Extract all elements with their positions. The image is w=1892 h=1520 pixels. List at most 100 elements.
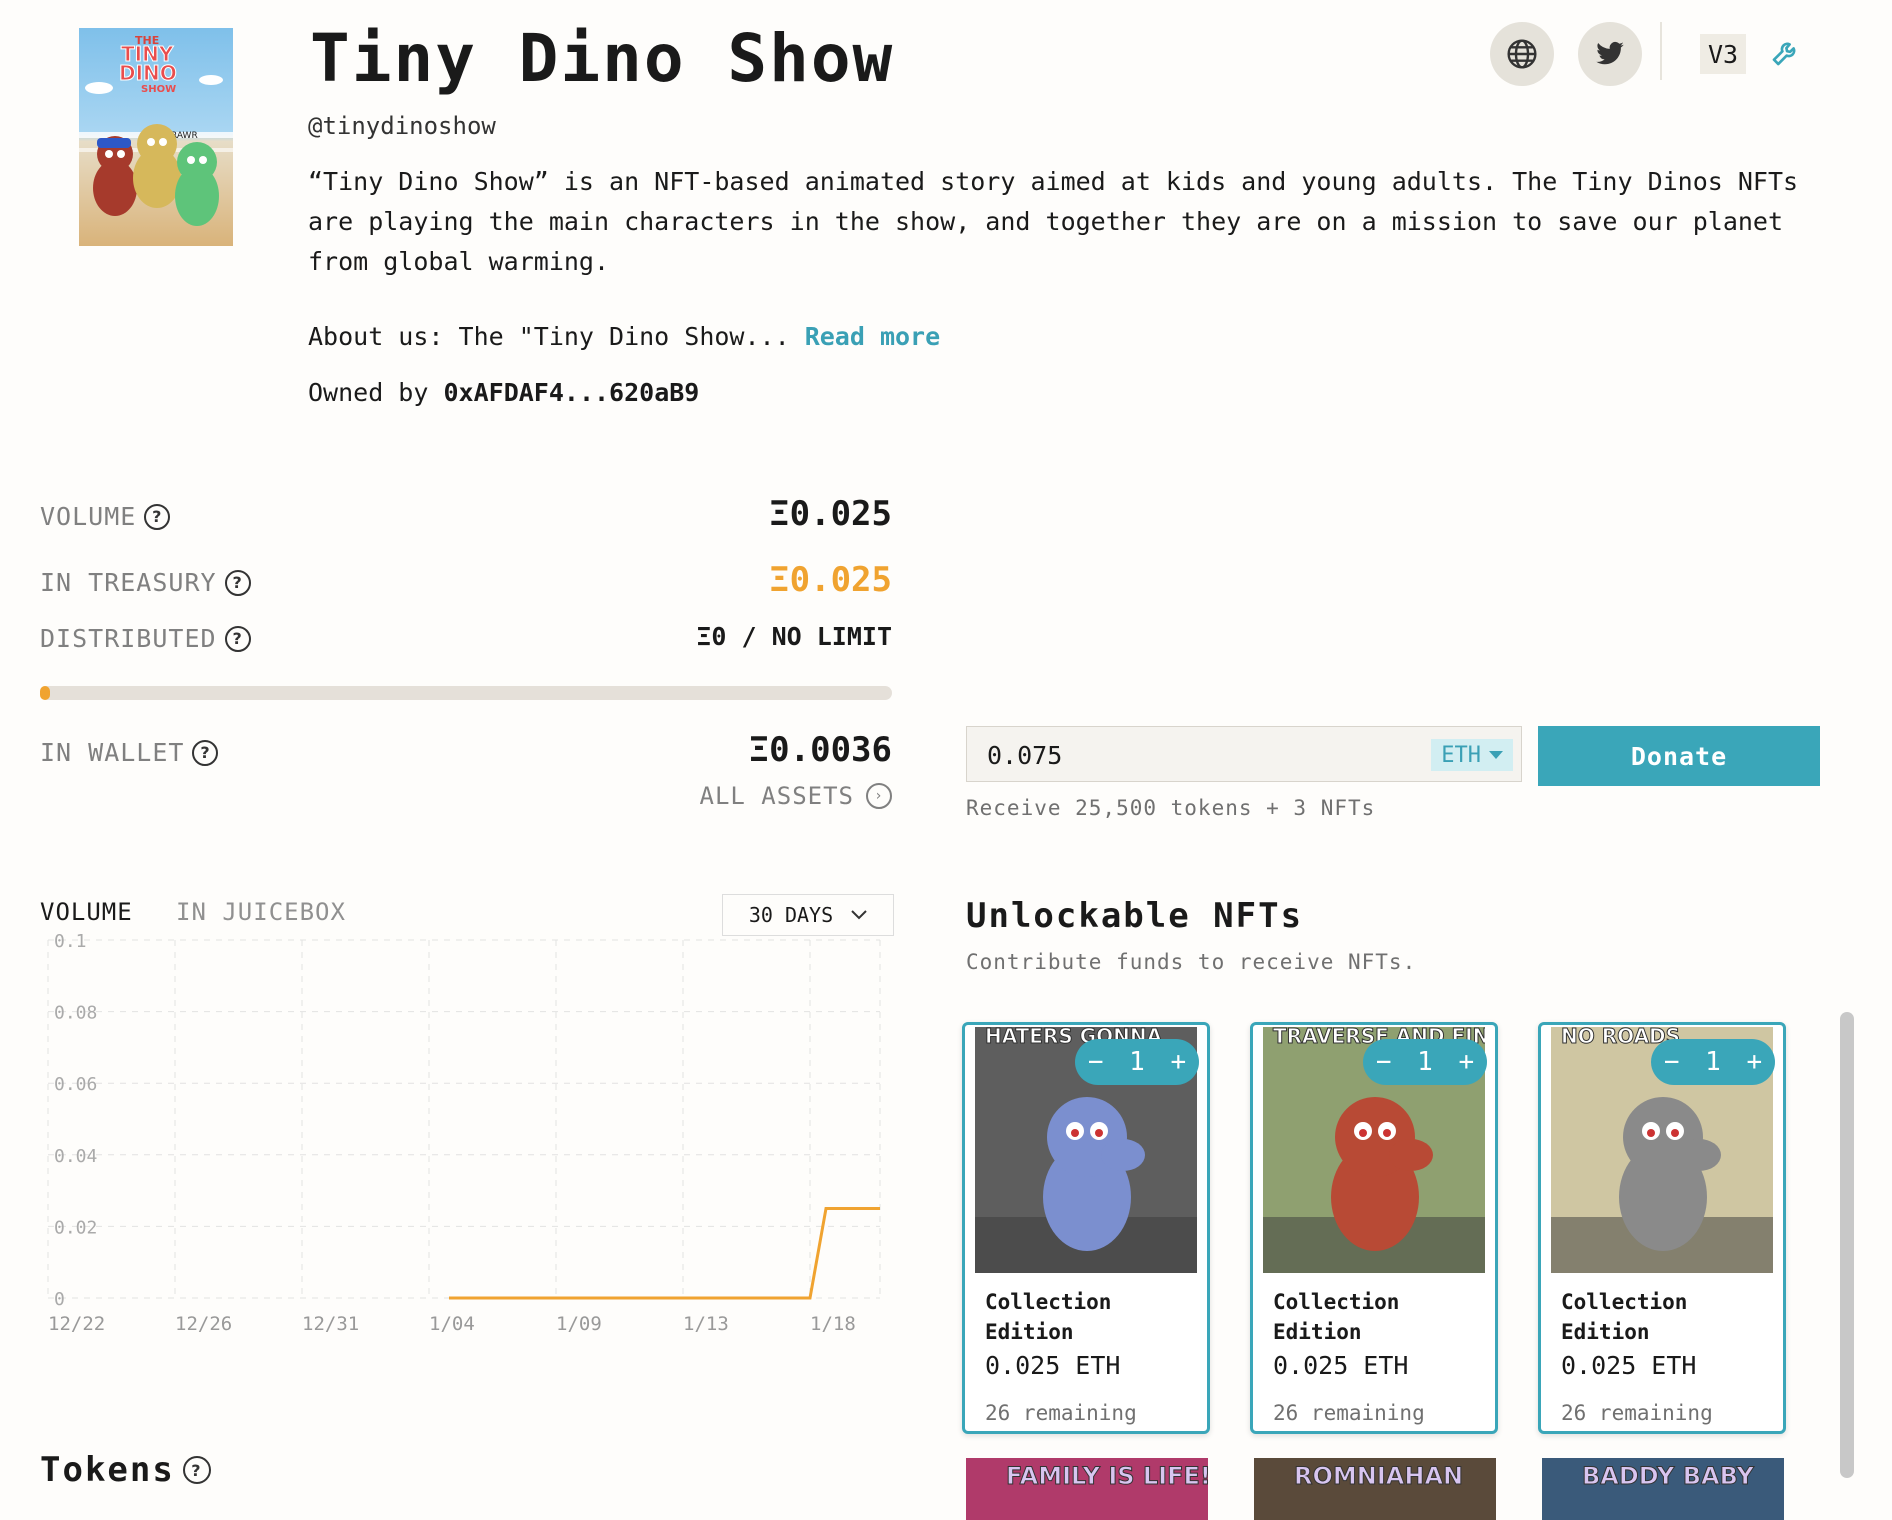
logo-text-dino: DINO — [119, 61, 177, 85]
nft-price: 0.025 ETH — [1273, 1351, 1409, 1380]
quantity-value: 1 — [1417, 1047, 1433, 1077]
treasury-label: IN TREASURY? — [40, 568, 251, 597]
distributed-label-text: DISTRIBUTED — [40, 624, 217, 653]
wallet-label-text: IN WALLET — [40, 738, 185, 767]
nft-banner: ROMNIAHAN — [1294, 1462, 1463, 1490]
nft-price: 0.025 ETH — [985, 1351, 1121, 1380]
quantity-stepper[interactable]: − 1 + — [1075, 1039, 1199, 1085]
project-description: “Tiny Dino Show” is an NFT-based animate… — [308, 167, 1799, 276]
x-tick-label: 12/26 — [175, 1313, 232, 1335]
nfts-heading: Unlockable NFTs — [966, 896, 1304, 936]
currency-select-label: ETH — [1441, 742, 1481, 768]
help-icon[interactable]: ? — [182, 1456, 211, 1484]
donate-amount-input[interactable] — [985, 737, 1389, 773]
nft-name: Collection Edition — [1273, 1290, 1400, 1344]
minus-icon[interactable]: − — [1088, 1047, 1104, 1077]
logo-text-show: SHOW — [141, 84, 176, 95]
x-tick-label: 1/18 — [810, 1313, 856, 1335]
nft-card[interactable]: TRAVERSE AND FIND − 1 + Collection Editi… — [1250, 1022, 1498, 1434]
tab-in-juicebox[interactable]: IN JUICEBOX — [176, 898, 346, 926]
wallet-value: Ξ0.0036 — [748, 730, 892, 770]
minus-icon[interactable]: − — [1664, 1047, 1680, 1077]
owner-address[interactable]: 0xAFDAF4...620aB9 — [443, 378, 699, 407]
tokens-heading-text: Tokens — [40, 1450, 175, 1490]
y-tick-label: 0.06 — [54, 1074, 97, 1095]
help-icon[interactable]: ? — [224, 625, 251, 652]
project-logo: THE TINY DINO SHOW RAWR — [79, 28, 233, 246]
settings-button[interactable] — [1770, 36, 1806, 72]
distributed-value: Ξ0 / NO LIMIT — [696, 622, 892, 651]
about-text: About us: The "Tiny Dino Show... — [308, 322, 790, 351]
nfts-subheading: Contribute funds to receive NFTs. — [966, 950, 1417, 974]
y-tick-label: 0.02 — [54, 1217, 97, 1238]
range-select-label: 30 DAYS — [748, 903, 834, 927]
quantity-stepper[interactable]: − 1 + — [1363, 1039, 1487, 1085]
tokens-heading: Tokens? — [40, 1450, 211, 1490]
plus-icon[interactable]: + — [1170, 1047, 1186, 1077]
nft-price: 0.025 ETH — [1561, 1351, 1697, 1380]
nft-card-thumbnail[interactable]: BADDY BABY — [1542, 1458, 1784, 1520]
plus-icon[interactable]: + — [1458, 1047, 1474, 1077]
owner-line: Owned by 0xAFDAF4...620aB9 — [308, 378, 699, 407]
chevron-down-icon — [851, 910, 867, 920]
distribution-progress-fill — [40, 686, 51, 700]
currency-select[interactable]: ETH — [1431, 739, 1513, 771]
nft-remaining: 26 remaining — [1561, 1401, 1713, 1425]
version-badge: V3 — [1700, 34, 1746, 74]
distributed-label: DISTRIBUTED? — [40, 624, 251, 653]
about-line: About us: The "Tiny Dino Show... Read mo… — [308, 322, 940, 351]
nft-remaining: 26 remaining — [985, 1401, 1137, 1425]
treasury-label-text: IN TREASURY — [40, 568, 217, 597]
nft-card[interactable]: HATERS GONNA − 1 + Collection Edition 0.… — [962, 1022, 1210, 1434]
quantity-stepper[interactable]: − 1 + — [1651, 1039, 1775, 1085]
project-title: Tiny Dino Show — [310, 20, 895, 97]
y-tick-label: 0.04 — [54, 1146, 97, 1167]
x-tick-label: 1/13 — [683, 1313, 729, 1335]
twitter-icon — [1596, 41, 1624, 65]
all-assets-text: ALL ASSETS — [699, 782, 854, 810]
y-tick-label: 0 — [54, 1289, 65, 1310]
all-assets-link[interactable]: ALL ASSETS › — [690, 782, 892, 810]
donate-amount-field[interactable]: ETH — [966, 726, 1522, 782]
y-tick-label: 0.08 — [54, 1003, 97, 1024]
website-button[interactable] — [1490, 22, 1554, 86]
nft-remaining: 26 remaining — [1273, 1401, 1425, 1425]
nft-name: Collection Edition — [1561, 1290, 1688, 1344]
y-tick-label: 0.1 — [54, 931, 87, 952]
nft-card[interactable]: NO ROADS − 1 + Collection Edition 0.025 … — [1538, 1022, 1786, 1434]
minus-icon[interactable]: − — [1376, 1047, 1392, 1077]
wallet-label: IN WALLET? — [40, 738, 219, 767]
nft-banner: BADDY BABY — [1582, 1462, 1755, 1490]
help-icon[interactable]: ? — [144, 503, 171, 530]
tab-volume[interactable]: VOLUME — [40, 898, 133, 926]
caret-down-icon — [1489, 751, 1503, 759]
plus-icon[interactable]: + — [1746, 1047, 1762, 1077]
x-tick-label: 1/04 — [429, 1313, 475, 1335]
help-icon[interactable]: ? — [192, 739, 219, 766]
volume-value: Ξ0.025 — [769, 494, 892, 534]
volume-label: VOLUME? — [40, 502, 171, 531]
header-divider — [1660, 22, 1662, 80]
twitter-button[interactable] — [1578, 22, 1642, 86]
nft-banner: FAMILY IS LIFE!!! — [1006, 1462, 1208, 1490]
nft-scrollbar-thumb[interactable] — [1840, 1012, 1854, 1478]
distribution-progress-bar — [40, 686, 892, 700]
read-more-link[interactable]: Read more — [805, 322, 940, 351]
chevron-right-circle-icon: › — [866, 783, 892, 809]
nft-card-thumbnail[interactable]: FAMILY IS LIFE!!! — [966, 1458, 1208, 1520]
project-handle: @tinydinoshow — [308, 112, 496, 140]
treasury-value: Ξ0.025 — [769, 560, 892, 600]
quantity-value: 1 — [1129, 1047, 1145, 1077]
x-tick-label: 12/22 — [48, 1313, 105, 1335]
wrench-icon — [1772, 42, 1796, 66]
quantity-value: 1 — [1705, 1047, 1721, 1077]
globe-icon — [1507, 39, 1537, 69]
volume-series-line — [449, 1207, 880, 1300]
nft-name: Collection Edition — [985, 1290, 1112, 1344]
receive-summary: Receive 25,500 tokens + 3 NFTs — [966, 796, 1376, 820]
help-icon[interactable]: ? — [224, 569, 251, 596]
volume-chart: 0 0.02 0.04 0.06 0.08 0.1 12/22 12/26 12/31 1/04 1… — [47, 931, 881, 1335]
x-tick-label: 12/31 — [302, 1313, 359, 1335]
donate-button[interactable]: Donate — [1538, 726, 1820, 786]
nft-card-thumbnail[interactable]: ROMNIAHAN — [1254, 1458, 1496, 1520]
